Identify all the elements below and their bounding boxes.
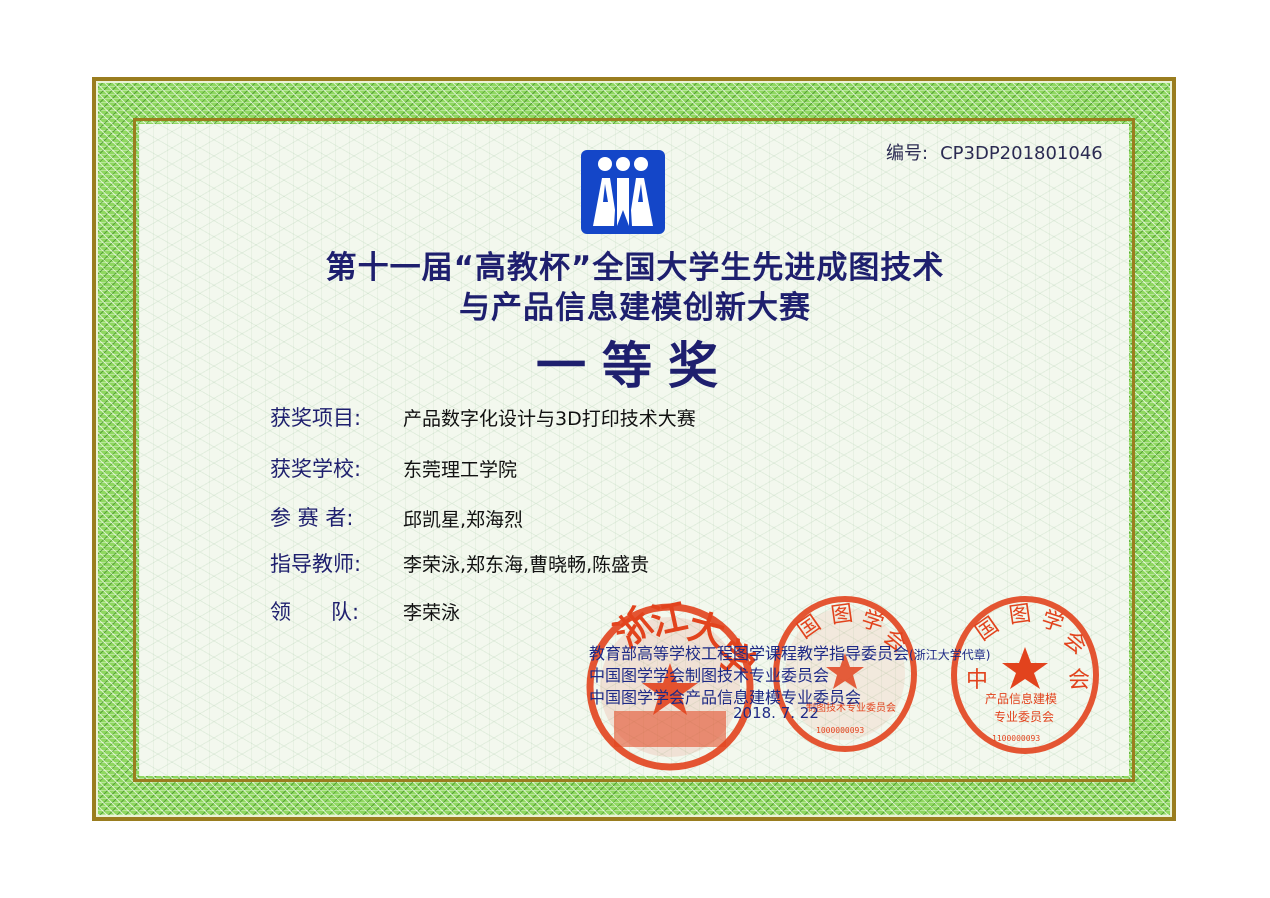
field-label-leader: 领 队: [270,600,360,624]
svg-text:江: 江 [647,601,691,644]
field-value-project: 产品数字化设计与3D打印技术大赛 [403,408,696,430]
issuer-note-1: (浙江大学代章) [909,648,991,662]
svg-text:中: 中 [966,668,988,693]
svg-text:会: 会 [1068,668,1090,693]
people-logo-icon [581,150,665,234]
svg-text:图: 图 [1007,601,1032,629]
field-value-leader: 李荣泳 [403,602,461,624]
title-line-1: 第十一届“高教杯”全国大学生先进成图技术 [325,250,945,286]
issuer-name-3: 中国图学学会产品信息建模专业委员会 [589,688,862,707]
field-label-project: 获奖项目: [270,406,362,430]
field-label-advisors: 指导教师: [270,552,362,576]
field-value-advisors: 李荣泳,郑东海,曹晓畅,陈盛贵 [403,554,650,576]
field-value-participants: 邱凯星,郑海烈 [403,509,524,531]
svg-text:产品信息建模: 产品信息建模 [985,691,1057,706]
serial-label: 编号: [886,143,929,164]
svg-text:专业委员会: 专业委员会 [994,709,1054,724]
title-line-2: 与产品信息建模创新大赛 [459,290,811,326]
svg-text:1000000093: 1000000093 [816,726,864,735]
issuer-line-1: 教育部高等学校工程图学课程教学指导委员会(浙江大学代章) [589,640,990,664]
field-value-school: 东莞理工学院 [403,459,518,481]
svg-text:图: 图 [829,601,854,629]
award-level: 一等奖 [536,336,734,395]
issuer-line-3: 中国图学学会产品信息建模专业委员会 [589,684,861,708]
svg-text:1100000093: 1100000093 [992,734,1040,743]
svg-text:学: 学 [1038,607,1067,638]
issuer-name-2: 中国图学学会制图技术专业委员会 [589,666,830,685]
field-label-school: 获奖学校: [270,457,362,481]
issue-date: 2018. 7. 22 [733,704,819,722]
issuer-name-1: 教育部高等学校工程图学课程教学指导委员会 [589,644,910,663]
issuer-line-2: 中国图学学会制图技术专业委员会 [589,662,829,686]
serial-value: CP3DP201801046 [940,143,1103,164]
serial-number: 编号: CP3DP201801046 [886,139,1103,165]
seal-product-information-modeling-committee: 中 国 图 学 会 会 产品信息建模 专业委员会 1100000093 [951,596,1099,754]
field-label-participants: 参 赛 者: [270,506,354,530]
